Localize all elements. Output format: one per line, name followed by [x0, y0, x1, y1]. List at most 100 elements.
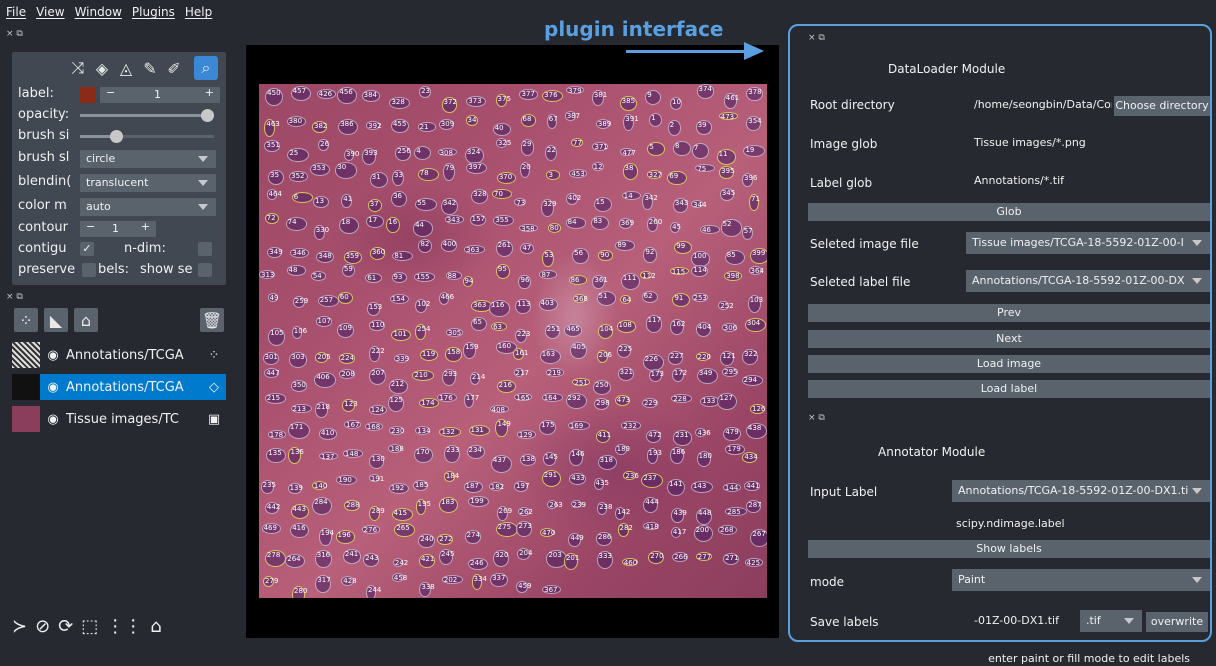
nucleus-label-number: 453: [571, 169, 585, 178]
layer-item-0[interactable]: ◉ Annotations/TCGA ⁘: [12, 342, 226, 368]
menu-view[interactable]: View: [36, 5, 64, 19]
selected-label-select[interactable]: Annotations/TCGA-18-5592-01Z-00-DX: [966, 270, 1210, 292]
plus-icon[interactable]: +: [141, 220, 150, 233]
nucleus-label-number: 16: [388, 217, 398, 226]
layer-list-dock-header[interactable]: × ⧉: [6, 292, 23, 302]
mode-select[interactable]: Paint: [952, 569, 1210, 591]
color-mode-select[interactable]: auto: [80, 198, 216, 216]
preserve-labels-checkbox[interactable]: [82, 263, 96, 277]
nucleus-label-number: 333: [598, 552, 612, 561]
ndisplay-icon[interactable]: ⊘: [35, 616, 50, 637]
root-directory-input[interactable]: /home/seongbin/Data/Cor: [968, 94, 1112, 116]
shuffle-icon[interactable]: ⤨: [66, 56, 90, 80]
nucleus-label-number: 196: [337, 531, 351, 540]
menu-help[interactable]: Help: [185, 5, 212, 19]
new-labels-layer-icon[interactable]: ⌂: [74, 308, 98, 332]
opacity-slider[interactable]: [80, 109, 214, 122]
show-selected-checkbox[interactable]: [198, 263, 212, 277]
choose-directory-button[interactable]: Choose directory: [1114, 96, 1210, 116]
nucleus-label-number: 83: [593, 217, 603, 226]
eraser-icon[interactable]: ◈: [90, 56, 114, 80]
nucleus-label-number: 243: [365, 554, 379, 562]
nucleus-label-number: 212: [390, 380, 405, 389]
selected-image-select[interactable]: Tissue images/TCGA-18-5592-01Z-00-I: [966, 232, 1210, 254]
fill-bucket-icon[interactable]: ◬: [114, 56, 138, 80]
nucleus-label-number: 469: [263, 523, 277, 532]
nucleus-label-number: 74: [287, 217, 297, 226]
layer-item-2[interactable]: ◉ Tissue images/TC ▣: [12, 406, 226, 432]
eye-icon[interactable]: ◉: [40, 348, 66, 363]
extension-select[interactable]: .tif: [1080, 610, 1142, 632]
nucleus-label-number: 369: [620, 219, 635, 228]
eye-icon[interactable]: ◉: [40, 380, 66, 395]
layer-controls-dock-header[interactable]: × ⧉: [6, 29, 23, 39]
nucleus-label-number: 327: [648, 171, 662, 180]
nucleus-label-number: 449: [570, 534, 584, 543]
image-glob-input[interactable]: Tissue images/*.png: [968, 132, 1210, 154]
console-icon[interactable]: ≻: [12, 616, 27, 637]
status-bar-text: enter paint or fill mode to edit labels: [988, 652, 1190, 665]
nucleus-label-number: 55: [417, 199, 427, 208]
paintbrush-icon[interactable]: ✎: [138, 56, 162, 80]
show-labels-button[interactable]: Show labels: [808, 540, 1210, 558]
nucleus-label-number: 143: [692, 481, 707, 490]
opacity-slider-handle[interactable]: [201, 109, 214, 122]
nucleus-label-number: 187: [465, 482, 479, 490]
input-label-select[interactable]: Annotations/TCGA-18-5592-01Z-00-DX1.ti: [952, 480, 1210, 502]
load-label-button[interactable]: Load label: [808, 380, 1210, 398]
arrow-right-icon: [744, 42, 764, 60]
contiguous-checkbox[interactable]: ✓: [80, 242, 94, 256]
minus-icon[interactable]: −: [106, 86, 115, 99]
trash-icon[interactable]: 🗑: [200, 308, 224, 332]
viewer-canvas[interactable]: 450 457 426 456 384 328 23 372 373 375 377 376 379 38…: [246, 45, 779, 638]
nucleus-label-number: 338: [421, 582, 435, 591]
new-points-layer-icon[interactable]: ⁘: [14, 308, 38, 332]
mode-value: Paint: [958, 573, 986, 586]
layer-thumbnail: [12, 342, 40, 368]
nucleus-label-number: 142: [616, 508, 631, 517]
nucleus-label-number: 192: [390, 483, 405, 492]
overwrite-button[interactable]: overwrite: [1146, 612, 1208, 632]
grid-icon[interactable]: ⋮⋮: [106, 616, 142, 637]
layer-item-1[interactable]: ◉ Annotations/TCGA ◇: [12, 374, 226, 400]
nucleus-label-number: 236: [625, 471, 639, 480]
blending-select[interactable]: translucent: [80, 174, 216, 192]
image-glob-label: Image glob: [810, 137, 878, 151]
menu-file[interactable]: File: [6, 5, 26, 19]
plus-icon[interactable]: +: [205, 86, 214, 99]
transpose-icon[interactable]: ⬚: [81, 616, 98, 637]
nucleus-label-number: 94: [464, 277, 474, 286]
roll-icon[interactable]: ⟳: [58, 616, 73, 637]
load-image-button[interactable]: Load image: [808, 355, 1210, 373]
color-picker-icon[interactable]: ✐: [162, 56, 186, 80]
nucleus-label-number: 149: [497, 420, 511, 429]
label-color-swatch[interactable]: [80, 87, 96, 103]
brush-shape-select[interactable]: circle: [80, 150, 216, 168]
nucleus-label-number: 391: [625, 114, 639, 123]
label-glob-input[interactable]: Annotations/*.tif: [968, 170, 1210, 192]
pan-zoom-icon[interactable]: ⌕: [194, 56, 218, 80]
prev-button[interactable]: Prev: [808, 304, 1210, 322]
nucleus-label-number: 396: [744, 174, 758, 183]
label-spinbox[interactable]: − 1 +: [100, 86, 220, 103]
nucleus-label-number: 35: [270, 171, 280, 180]
menu-plugins[interactable]: Plugins: [132, 5, 175, 19]
new-shapes-layer-icon[interactable]: ◣: [44, 308, 68, 332]
nucleus-label-number: 183: [441, 498, 455, 507]
eye-icon[interactable]: ◉: [40, 412, 66, 427]
contour-spinbox[interactable]: − 1 +: [80, 220, 156, 237]
home-icon[interactable]: ⌂: [150, 616, 161, 637]
n-dim-checkbox[interactable]: [198, 242, 212, 256]
nucleus-label-number: 10: [671, 98, 681, 107]
nucleus-label-number: 25: [289, 149, 299, 158]
brush-size-slider[interactable]: [80, 130, 214, 143]
brush-size-slider-handle[interactable]: [110, 130, 124, 143]
minus-icon[interactable]: −: [86, 220, 95, 233]
extension-value: .tif: [1086, 614, 1101, 627]
next-button[interactable]: Next: [808, 330, 1210, 348]
nucleus-label-number: 186: [671, 448, 686, 457]
nucleus-label-number: 293: [443, 369, 458, 378]
glob-button[interactable]: Glob: [808, 203, 1210, 221]
save-filename-input[interactable]: -01Z-00-DX1.tif: [968, 610, 1076, 632]
menu-window[interactable]: Window: [75, 5, 122, 19]
